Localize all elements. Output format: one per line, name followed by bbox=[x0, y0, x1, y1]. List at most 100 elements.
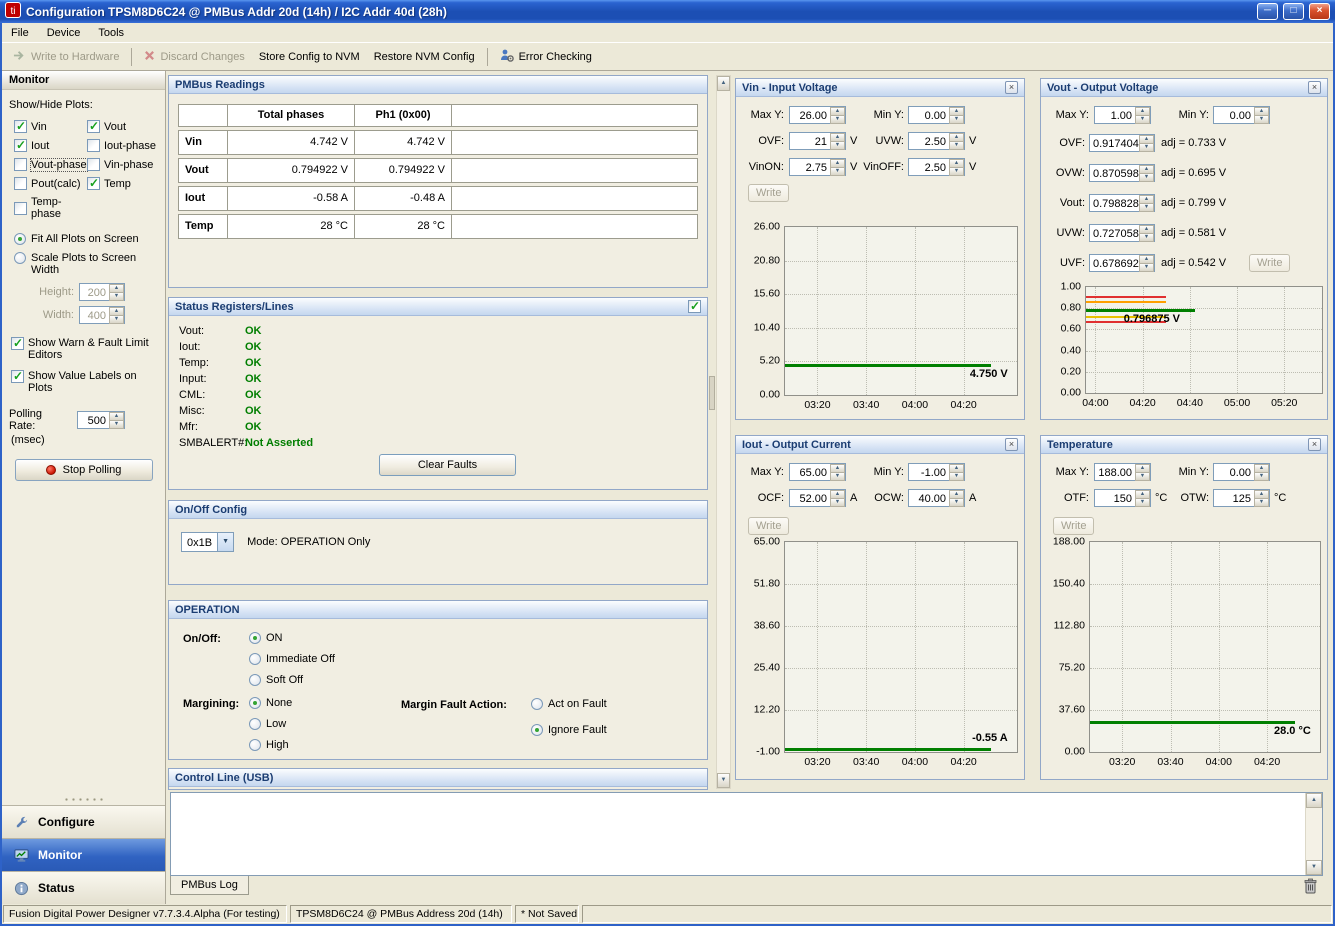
radio-icon[interactable] bbox=[14, 233, 26, 245]
plot-checkbox-temp[interactable]: Temp bbox=[87, 177, 158, 190]
radio-icon[interactable] bbox=[531, 724, 543, 736]
checkbox-icon[interactable] bbox=[14, 202, 27, 215]
dropdown-arrow-icon[interactable]: ▼ bbox=[217, 533, 233, 551]
vout-uvw-input[interactable]: 0.727058▲▼ bbox=[1089, 224, 1155, 242]
nav-status[interactable]: Status bbox=[2, 871, 165, 904]
radio-icon[interactable] bbox=[249, 697, 261, 709]
tab-pmbus-log[interactable]: PMBus Log bbox=[170, 876, 249, 895]
radio-margining-low[interactable]: Low bbox=[249, 718, 286, 730]
plot-checkbox-iout-phase[interactable]: Iout-phase bbox=[87, 139, 158, 152]
radio-icon[interactable] bbox=[249, 718, 261, 730]
vin-uvw-input[interactable]: 2.50▲▼ bbox=[908, 132, 965, 150]
vin-on-input[interactable]: 2.75▲▼ bbox=[789, 158, 846, 176]
nav-configure[interactable]: Configure bbox=[2, 805, 165, 838]
vin-off-input[interactable]: 2.50▲▼ bbox=[908, 158, 965, 176]
vout-ovw-input[interactable]: 0.870598▲▼ bbox=[1089, 164, 1155, 182]
temp-otf-input[interactable]: 150▲▼ bbox=[1094, 489, 1151, 507]
radio-margining-none[interactable]: None bbox=[249, 697, 292, 709]
iout-ocw-input[interactable]: 40.00▲▼ bbox=[908, 489, 965, 507]
menu-file[interactable]: File bbox=[2, 24, 38, 42]
radio-icon[interactable] bbox=[249, 674, 261, 686]
checkbox-icon[interactable] bbox=[14, 139, 27, 152]
menu-device[interactable]: Device bbox=[38, 24, 90, 42]
vin-maxy-input[interactable]: 26.00▲▼ bbox=[789, 106, 846, 124]
close-panel-icon[interactable]: × bbox=[1308, 81, 1321, 94]
onoff-config-select[interactable]: 0x1B ▼ bbox=[181, 532, 234, 552]
temp-write-button[interactable]: Write bbox=[1053, 517, 1094, 535]
plot-checkbox-pout-calc[interactable]: Pout(calc) bbox=[14, 177, 87, 190]
radio-immediate-off[interactable]: Immediate Off bbox=[249, 653, 335, 665]
radio-soft-off[interactable]: Soft Off bbox=[249, 674, 303, 686]
checkbox-icon[interactable] bbox=[14, 177, 27, 190]
plot-checkbox-iout[interactable]: Iout bbox=[14, 139, 87, 152]
menu-tools[interactable]: Tools bbox=[89, 24, 133, 42]
log-scrollbar[interactable]: ▲ ▼ bbox=[1305, 793, 1322, 875]
vout-uvf-input[interactable]: 0.678692▲▼ bbox=[1089, 254, 1155, 272]
radio-act-on-fault[interactable]: Act on Fault bbox=[531, 698, 607, 710]
radio-icon[interactable] bbox=[249, 632, 261, 644]
clear-log-icon[interactable] bbox=[1303, 878, 1319, 894]
iout-miny-input[interactable]: -1.00▲▼ bbox=[908, 463, 965, 481]
checkbox-icon[interactable] bbox=[14, 120, 27, 133]
clear-faults-button[interactable]: Clear Faults bbox=[379, 454, 516, 476]
checkbox-icon[interactable] bbox=[87, 120, 100, 133]
radio-on[interactable]: ON bbox=[249, 632, 283, 644]
scroll-up-icon[interactable]: ▲ bbox=[717, 76, 730, 91]
vout-maxy-input[interactable]: 1.00▲▼ bbox=[1094, 106, 1151, 124]
fit-all-plots-radio[interactable]: Fit All Plots on Screen bbox=[14, 233, 158, 245]
scale-plots-width-radio[interactable]: Scale Plots to Screen Width bbox=[14, 252, 158, 276]
vout-cmd-input[interactable]: 0.798828▲▼ bbox=[1089, 194, 1155, 212]
checkbox-icon[interactable] bbox=[11, 370, 24, 383]
radio-icon[interactable] bbox=[249, 739, 261, 751]
iout-ocf-input[interactable]: 52.00▲▼ bbox=[789, 489, 846, 507]
vin-write-button[interactable]: Write bbox=[748, 184, 789, 202]
pmbus-log-area[interactable]: ▲ ▼ bbox=[170, 792, 1323, 876]
iout-maxy-input[interactable]: 65.00▲▼ bbox=[789, 463, 846, 481]
close-panel-icon[interactable]: × bbox=[1308, 438, 1321, 451]
radio-margining-high[interactable]: High bbox=[249, 739, 289, 751]
radio-icon[interactable] bbox=[249, 653, 261, 665]
temp-miny-input[interactable]: 0.00▲▼ bbox=[1213, 463, 1270, 481]
error-checking-button[interactable]: Error Checking bbox=[493, 44, 599, 69]
write-to-hardware-button[interactable]: Write to Hardware bbox=[6, 45, 126, 69]
show-warn-fault-editors-checkbox[interactable]: Show Warn & Fault Limit Editors bbox=[11, 337, 158, 361]
splitter-handle[interactable] bbox=[709, 376, 715, 410]
vout-write-button[interactable]: Write bbox=[1249, 254, 1290, 272]
radio-icon[interactable] bbox=[14, 252, 26, 264]
plot-checkbox-temp-phase[interactable]: Temp-phase bbox=[14, 196, 87, 220]
checkbox-icon[interactable] bbox=[11, 337, 24, 350]
plot-checkbox-vout[interactable]: Vout bbox=[87, 120, 158, 133]
iout-write-button[interactable]: Write bbox=[748, 517, 789, 535]
show-value-labels-checkbox[interactable]: Show Value Labels on Plots bbox=[11, 370, 158, 394]
checkbox-icon[interactable] bbox=[87, 139, 100, 152]
scroll-down-icon[interactable]: ▼ bbox=[717, 773, 730, 788]
store-config-to-nvm-button[interactable]: Store Config to NVM bbox=[252, 47, 367, 67]
width-input[interactable]: 400▲▼ bbox=[79, 306, 125, 324]
status-panel-checkbox[interactable] bbox=[688, 300, 701, 313]
scroll-down-icon[interactable]: ▼ bbox=[1306, 860, 1322, 875]
scroll-up-icon[interactable]: ▲ bbox=[1306, 793, 1322, 808]
vin-ovf-input[interactable]: 21▲▼ bbox=[789, 132, 846, 150]
splitter-grip[interactable] bbox=[63, 797, 105, 802]
temp-otw-input[interactable]: 125▲▼ bbox=[1213, 489, 1270, 507]
vin-miny-input[interactable]: 0.00▲▼ bbox=[908, 106, 965, 124]
nav-monitor[interactable]: Monitor bbox=[2, 838, 165, 871]
checkbox-icon[interactable] bbox=[87, 158, 100, 171]
maximize-button[interactable]: □ bbox=[1283, 3, 1304, 20]
restore-nvm-config-button[interactable]: Restore NVM Config bbox=[367, 47, 482, 67]
plot-checkbox-vout-phase[interactable]: Vout-phase bbox=[14, 158, 87, 171]
plot-checkbox-vin[interactable]: Vin bbox=[14, 120, 87, 133]
vout-ovf-input[interactable]: 0.917404▲▼ bbox=[1089, 134, 1155, 152]
radio-ignore-fault[interactable]: Ignore Fault bbox=[531, 724, 607, 736]
radio-icon[interactable] bbox=[531, 698, 543, 710]
discard-changes-button[interactable]: Discard Changes bbox=[137, 46, 251, 68]
middle-scrollbar[interactable]: ▲ ▼ bbox=[716, 75, 731, 789]
checkbox-icon[interactable] bbox=[87, 177, 100, 190]
vout-miny-input[interactable]: 0.00▲▼ bbox=[1213, 106, 1270, 124]
checkbox-icon[interactable] bbox=[14, 158, 27, 171]
temp-maxy-input[interactable]: 188.00▲▼ bbox=[1094, 463, 1151, 481]
close-panel-icon[interactable]: × bbox=[1005, 81, 1018, 94]
close-panel-icon[interactable]: × bbox=[1005, 438, 1018, 451]
close-button[interactable]: × bbox=[1309, 3, 1330, 20]
plot-checkbox-vin-phase[interactable]: Vin-phase bbox=[87, 158, 158, 171]
